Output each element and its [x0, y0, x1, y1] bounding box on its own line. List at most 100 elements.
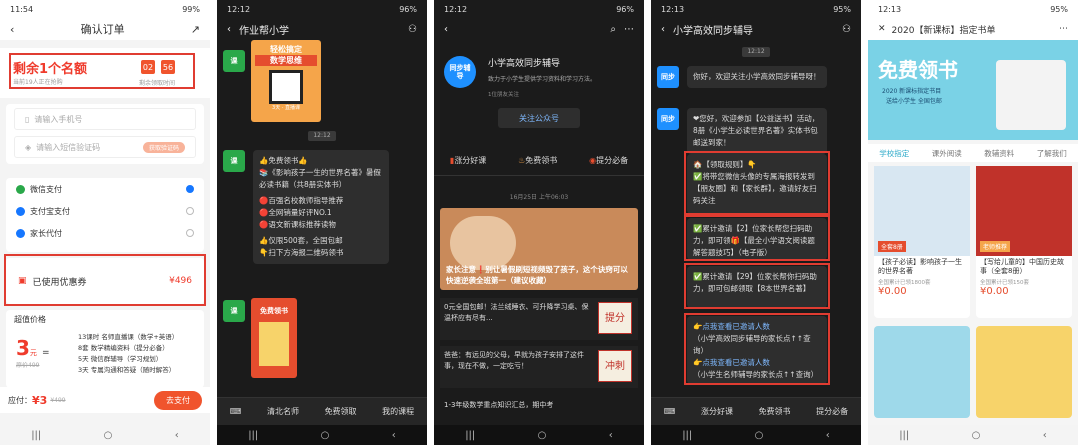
phone-form: ▯ 请输入手机号 ◈ 请输入短信验证码 获取验证码 — [6, 104, 204, 164]
article-item[interactable]: 爸爸：有远见的父母，早就为孩子安排了这件事，现在不做，一定吃亏！ 冲刺 — [440, 346, 638, 388]
chat-screen-sync: 12:13 95% ‹ 小学高效同步辅导 ⚇ 12:12 同步 你好，欢迎关注小学… — [651, 0, 861, 445]
highlight-box — [684, 263, 830, 309]
status-bar: 12:12 96% — [217, 0, 427, 18]
back-nav-icon[interactable]: ‹ — [609, 430, 613, 441]
home-icon[interactable]: ○ — [755, 430, 764, 441]
avatar[interactable]: 同步 — [657, 66, 679, 88]
menu-item[interactable]: 我的课程 — [382, 406, 414, 417]
article-text[interactable]: 1-3年级数学重点知识汇总，期中考 — [444, 400, 553, 410]
back-icon[interactable]: ‹ — [661, 24, 665, 35]
home-icon[interactable]: ○ — [321, 430, 330, 441]
home-icon[interactable]: ○ — [538, 430, 547, 441]
tab-item[interactable]: ♨免费领书 — [518, 155, 557, 166]
article-text: 爸爸：有远见的父母，早就为孩子安排了这件事，现在不做，一定吃亏！ — [444, 351, 584, 370]
avatar[interactable]: 同步 — [657, 108, 679, 130]
banner[interactable]: 免费领书 2020 新课标指定书目 送给小学生 全国包邮 — [868, 40, 1078, 140]
pay-button[interactable]: 去支付 — [154, 390, 202, 410]
phone-placeholder: 请输入手机号 — [34, 114, 83, 124]
radio[interactable] — [186, 207, 194, 215]
bottom-menu: ⌨ 涨分好课 免费领书 提分必备 — [651, 397, 861, 425]
book-cover-image: 老师推荐 — [976, 166, 1072, 256]
banner-title: 免费领书 — [878, 58, 958, 82]
tab-active[interactable]: 学校指定 — [879, 148, 909, 159]
code-input[interactable]: ◈ 请输入短信验证码 获取验证码 — [14, 136, 196, 158]
article-item[interactable]: 0元全国包邮！法兰绒睡衣、可升降学习桌、保温杯应有尽有... 提分 — [440, 298, 638, 340]
back-icon[interactable]: ‹ — [227, 24, 231, 35]
radio[interactable] — [186, 229, 194, 237]
headline-article[interactable]: 家长注意❗别让暑假刷短视频毁了孩子，这个诀窍可以快速逆袭全班第一（建议收藏） — [440, 208, 638, 290]
book-stack-image — [259, 322, 289, 366]
recent-apps-icon[interactable]: ||| — [899, 430, 909, 441]
banner-sub2: 送给小学生 全国包邮 — [886, 98, 942, 105]
book-price: ¥0.00 — [878, 286, 907, 297]
payment-parent[interactable]: 家长代付 — [6, 222, 204, 244]
keyboard-icon[interactable]: ⌨ — [230, 407, 242, 416]
tab[interactable]: 教辅资料 — [984, 148, 1014, 159]
message-line: 🔴全网销量好评NO.1 — [259, 208, 332, 217]
message-line: 🔴百强名校教师指导推荐 — [259, 196, 344, 205]
highlight-box — [684, 313, 830, 385]
followers: 1位朋友关注 — [488, 92, 519, 98]
menu-item[interactable]: 免费领书 — [759, 406, 791, 417]
menu-item[interactable]: 提分必备 — [816, 406, 848, 417]
tab[interactable]: 了解我们 — [1037, 148, 1067, 159]
back-icon[interactable]: ‹ — [10, 23, 14, 36]
list-item: 3天 专属沟通和答疑（随时解答） — [78, 366, 176, 374]
recent-apps-icon[interactable]: ||| — [682, 430, 692, 441]
code-placeholder: 请输入短信验证码 — [36, 142, 101, 152]
tab[interactable]: 课外阅读 — [932, 148, 962, 159]
radio-selected[interactable] — [186, 185, 194, 193]
book-title: 【孩子必读】影响孩子一生的世界名著 — [878, 258, 962, 275]
back-icon[interactable]: ‹ — [444, 24, 448, 35]
tab-item[interactable]: ◉提分必备 — [589, 155, 628, 166]
timestamp: 12:12 — [742, 47, 770, 57]
menu-item[interactable]: 免费领取 — [325, 406, 357, 417]
menu-item[interactable]: 涨分好课 — [701, 406, 733, 417]
status-bar: 12:13 95% — [868, 0, 1078, 18]
payment-wechat[interactable]: 微信支付 — [6, 178, 204, 200]
follow-button[interactable]: 关注公众号 — [498, 108, 580, 128]
back-nav-icon[interactable]: ‹ — [826, 430, 830, 441]
list-item: 8套 数学精编资料（提分必备） — [78, 344, 169, 352]
more-icon[interactable]: ⋯ — [1059, 24, 1068, 34]
recent-apps-icon[interactable]: ||| — [31, 430, 41, 441]
book-card[interactable] — [874, 326, 970, 418]
message-line: 📚《影响孩子一生的世界名著》暑假必读书籍（共8册实体书） — [259, 168, 381, 189]
tabs: 学校指定 课外阅读 教辅资料 了解我们 — [868, 144, 1078, 162]
payment-alipay[interactable]: 支付宝支付 — [6, 200, 204, 222]
poster-sub: 3天 · 直播课 — [272, 105, 300, 111]
search-icon[interactable]: ⌕ — [610, 24, 616, 35]
close-icon[interactable]: ✕ — [878, 24, 886, 34]
phone-input[interactable]: ▯ 请输入手机号 — [14, 108, 196, 130]
keyboard-icon[interactable]: ⌨ — [664, 407, 676, 416]
back-nav-icon[interactable]: ‹ — [175, 430, 179, 441]
home-icon[interactable]: ○ — [104, 430, 113, 441]
recent-apps-icon[interactable]: ||| — [248, 430, 258, 441]
avatar[interactable]: 课 — [223, 300, 245, 322]
header: ‹ 小学高效同步辅导 ⚇ — [651, 18, 861, 40]
book-card[interactable]: 全套8册 【孩子必读】影响孩子一生的世界名著 全国累计已领1800套 ¥0.00 — [874, 166, 970, 318]
book-card[interactable] — [976, 326, 1072, 418]
avatar[interactable]: 课 — [223, 150, 245, 172]
article-tag: 冲刺 — [598, 350, 632, 382]
get-code-button[interactable]: 获取验证码 — [142, 141, 185, 153]
poster2-image[interactable]: 免费领书 — [251, 298, 297, 378]
profile-icon[interactable]: ⚇ — [408, 24, 417, 35]
avatar[interactable]: 课 — [223, 50, 245, 72]
recent-apps-icon[interactable]: ||| — [465, 430, 475, 441]
message-bubble: 你好，欢迎关注小学高效同步辅导呀！ — [687, 66, 827, 88]
status-time: 12:12 — [444, 4, 468, 14]
value-title: 超值价格 — [14, 315, 46, 324]
back-nav-icon[interactable]: ‹ — [392, 430, 396, 441]
poster-image[interactable]: 轻松搞定 数学思维 3天 · 直播课 — [251, 40, 321, 122]
menu-item[interactable]: 清北名师 — [267, 406, 299, 417]
profile-icon[interactable]: ⚇ — [842, 24, 851, 35]
book-meta: 全国累计已领150套 — [980, 280, 1029, 286]
book-card[interactable]: 老师推荐 【写给儿童的】中国历史故事（全套8册） 全国累计已领150套 ¥0.0… — [976, 166, 1072, 318]
home-icon[interactable]: ○ — [972, 430, 981, 441]
more-icon[interactable]: ⋯ — [624, 24, 634, 35]
back-nav-icon[interactable]: ‹ — [1043, 430, 1047, 441]
page-title: 确认订单 — [80, 23, 125, 36]
share-icon[interactable]: ↗ — [191, 23, 200, 36]
tab-item[interactable]: ▮涨分好课 — [450, 155, 486, 166]
